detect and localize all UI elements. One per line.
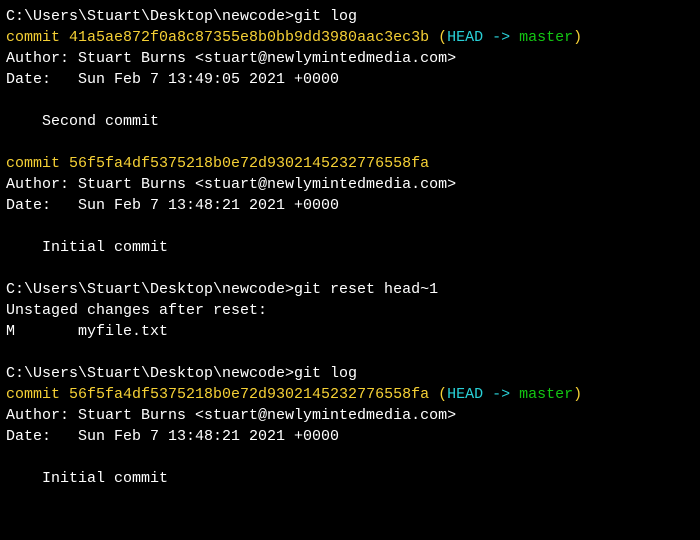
prompt: C:\Users\Stuart\Desktop\newcode> (6, 281, 294, 298)
ref-head: HEAD -> (447, 386, 519, 403)
prompt: C:\Users\Stuart\Desktop\newcode> (6, 365, 294, 382)
date-line: Date: Sun Feb 7 13:48:21 2021 +0000 (6, 428, 339, 445)
ref-branch: master (519, 386, 573, 403)
command-text: git reset head~1 (294, 281, 438, 298)
commit-message: Second commit (6, 113, 159, 130)
date-line: Date: Sun Feb 7 13:49:05 2021 +0000 (6, 71, 339, 88)
command-text: git log (294, 365, 357, 382)
commit-message: Initial commit (6, 239, 168, 256)
ref-branch: master (519, 29, 573, 46)
ref-open: ( (429, 29, 447, 46)
commit-hash: 56f5fa4df5375218b0e72d9302145232776558fa (69, 386, 429, 403)
ref-open: ( (429, 386, 447, 403)
ref-close: ) (573, 29, 582, 46)
commit-message: Initial commit (6, 470, 168, 487)
prompt: C:\Users\Stuart\Desktop\newcode> (6, 8, 294, 25)
commit-label: commit (6, 29, 69, 46)
commit-label: commit (6, 386, 69, 403)
terminal-output: C:\Users\Stuart\Desktop\newcode>git log … (6, 6, 694, 489)
command-text: git log (294, 8, 357, 25)
author-line: Author: Stuart Burns <stuart@newlyminted… (6, 176, 456, 193)
author-line: Author: Stuart Burns <stuart@newlyminted… (6, 50, 456, 67)
ref-head: HEAD -> (447, 29, 519, 46)
commit-hash: 41a5ae872f0a8c87355e8b0bb9dd3980aac3ec3b (69, 29, 429, 46)
output-line: Unstaged changes after reset: (6, 302, 267, 319)
date-line: Date: Sun Feb 7 13:48:21 2021 +0000 (6, 197, 339, 214)
output-line: M myfile.txt (6, 323, 168, 340)
author-line: Author: Stuart Burns <stuart@newlyminted… (6, 407, 456, 424)
commit-hash: 56f5fa4df5375218b0e72d9302145232776558fa (69, 155, 429, 172)
commit-label: commit (6, 155, 69, 172)
ref-close: ) (573, 386, 582, 403)
